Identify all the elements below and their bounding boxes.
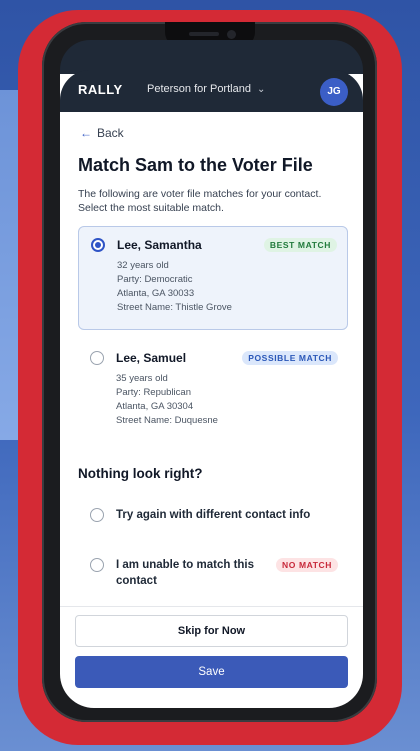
match-radio-samuel[interactable]	[90, 351, 104, 365]
footer-divider	[60, 606, 363, 607]
match-party: Party: Democratic	[117, 274, 193, 285]
retry-label: Try again with different contact info	[116, 509, 311, 521]
match-card-samuel[interactable]: Lee, Samuel POSSIBLE MATCH 35 years old …	[78, 340, 348, 440]
back-link[interactable]: ← Back	[80, 126, 124, 140]
match-location: Atlanta, GA 30033	[117, 288, 195, 299]
best-match-badge: BEST MATCH	[263, 238, 337, 252]
match-party: Party: Republican	[116, 387, 191, 398]
chevron-down-icon: ⌄	[256, 84, 266, 95]
brand-logo: RALLY	[78, 82, 123, 97]
match-details: 32 years old Party: Democratic Atlanta, …	[117, 259, 232, 315]
status-bar-area	[60, 40, 363, 74]
match-age: 35 years old	[116, 373, 168, 384]
option-retry[interactable]: Try again with different contact info	[78, 506, 348, 526]
match-card-samantha[interactable]: Lee, Samantha BEST MATCH 32 years old Pa…	[78, 226, 348, 330]
match-age: 32 years old	[117, 260, 169, 271]
option-unable[interactable]: I am unable to match this contact NO MAT…	[78, 556, 348, 596]
front-camera	[227, 30, 236, 39]
arrow-left-icon: ←	[80, 126, 92, 140]
back-label: Back	[97, 126, 124, 140]
campaign-name: Peterson for Portland	[147, 83, 251, 95]
match-street: Street Name: Duquesne	[116, 415, 218, 426]
unable-label: I am unable to match this contact	[116, 559, 255, 587]
match-name: Lee, Samantha	[117, 238, 202, 252]
match-details: 35 years old Party: Republican Atlanta, …	[116, 372, 218, 428]
fallback-heading: Nothing look right?	[78, 466, 203, 481]
save-button[interactable]: Save	[75, 656, 348, 688]
page-title: Match Sam to the Voter File	[78, 155, 313, 175]
skip-button[interactable]: Skip for Now	[75, 615, 348, 647]
match-location: Atlanta, GA 30304	[116, 401, 194, 412]
retry-radio[interactable]	[90, 508, 104, 522]
match-radio-samantha[interactable]	[91, 238, 105, 252]
campaign-selector[interactable]: Peterson for Portland ⌄	[147, 83, 265, 95]
no-match-badge: NO MATCH	[276, 558, 338, 572]
possible-match-badge: POSSIBLE MATCH	[242, 351, 338, 365]
match-name: Lee, Samuel	[116, 351, 187, 365]
speaker-grille	[189, 32, 219, 36]
page-subtitle: The following are voter file matches for…	[78, 188, 322, 214]
match-street: Street Name: Thistle Grove	[117, 302, 232, 313]
user-avatar[interactable]: JG	[320, 78, 348, 106]
unable-radio[interactable]	[90, 558, 104, 572]
